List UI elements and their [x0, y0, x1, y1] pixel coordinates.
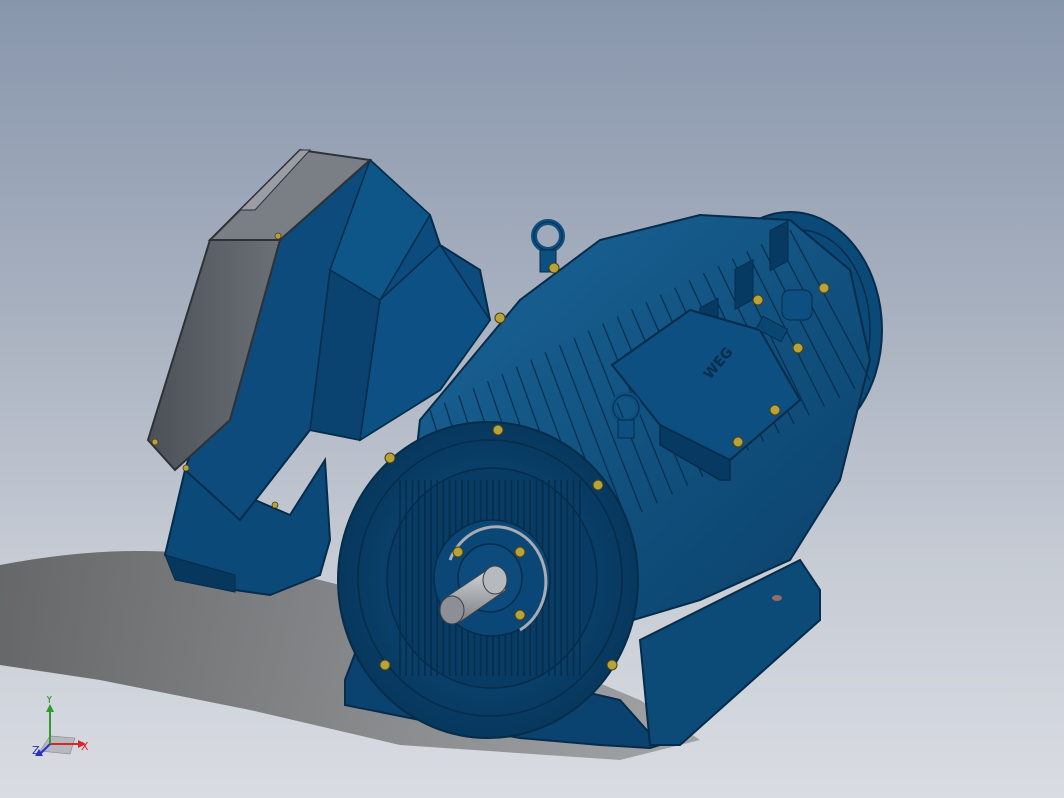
bolt [548, 262, 560, 274]
bolt [792, 342, 804, 354]
bolt [514, 546, 526, 558]
bolt [592, 479, 604, 491]
bolt [769, 404, 781, 416]
z-axis-label: Z [32, 744, 40, 757]
bolt [732, 436, 744, 448]
base-hole [772, 595, 782, 601]
bolt [492, 424, 504, 436]
coordinate-triad: X Y Z [32, 696, 89, 757]
bolt [818, 282, 830, 294]
bolt [384, 452, 396, 464]
y-axis-label: Y [45, 696, 53, 706]
lifting-lug-right [781, 289, 813, 321]
cad-viewport[interactable]: WEG X Y Z [0, 0, 1064, 798]
bolt [514, 609, 526, 621]
bolt [606, 659, 618, 671]
bolt [752, 294, 764, 306]
motor-model[interactable]: WEG [0, 0, 1064, 798]
bolt [494, 312, 506, 324]
bolt [379, 659, 391, 671]
x-axis-label: X [81, 740, 89, 753]
bolt [452, 546, 464, 558]
